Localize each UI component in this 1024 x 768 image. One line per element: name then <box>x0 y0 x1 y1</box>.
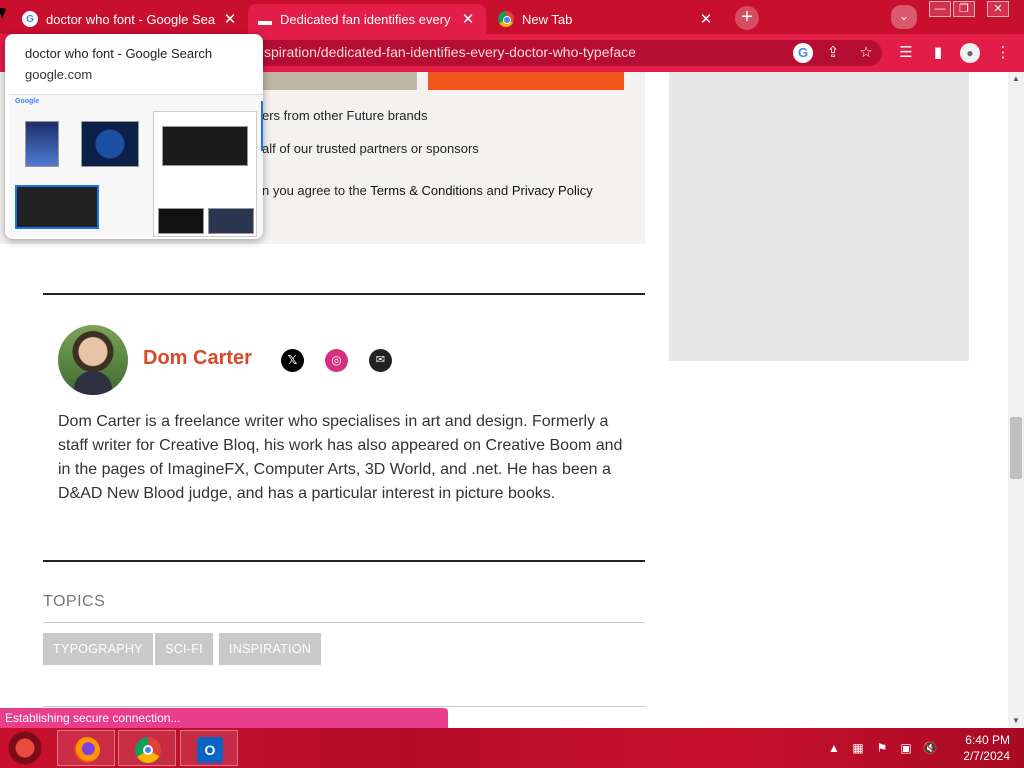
restore-button[interactable]: ❐ <box>953 1 975 17</box>
tab-preview-thumbnail: Google <box>9 94 263 237</box>
google-icon: G <box>22 11 38 27</box>
author-name-link[interactable]: Dom Carter <box>143 347 252 370</box>
preview-image <box>158 208 204 234</box>
chrome-icon <box>135 737 161 763</box>
terms-link[interactable]: Terms & Conditions <box>370 183 483 198</box>
url-text[interactable]: spiration/dedicated-fan-identifies-every… <box>264 44 636 60</box>
preview-image <box>25 121 59 167</box>
advertisement-slot <box>669 72 969 361</box>
hover-card-title: doctor who font - Google Search <box>25 46 213 61</box>
status-bar: Establishing secure connection... <box>0 708 448 728</box>
topic-tag-typography[interactable]: TYPOGRAPHY <box>43 633 153 665</box>
newsletter-option-partners: alf of our trusted partners or sponsors <box>262 141 479 156</box>
preview-image <box>162 126 248 166</box>
preview-image <box>208 208 254 234</box>
network-icon[interactable]: ▣ <box>898 740 914 756</box>
newsletter-email-input[interactable] <box>250 72 417 90</box>
preview-scrollbar <box>261 101 263 151</box>
google-lens-icon[interactable]: G <box>793 43 813 63</box>
divider <box>43 706 645 707</box>
preview-side-panel <box>153 111 257 237</box>
share-icon[interactable]: ⇪ <box>823 43 843 63</box>
taskbar-chrome[interactable] <box>118 730 176 766</box>
clock-time: 6:40 PM <box>965 733 1010 747</box>
menu-kebab-icon[interactable]: ⋮ <box>993 43 1013 63</box>
close-window-button[interactable]: ✕ <box>987 1 1009 17</box>
scroll-down-arrow-icon[interactable]: ▼ <box>1008 714 1024 728</box>
preview-image <box>81 121 139 167</box>
newsletter-option-future-brands: ers from other Future brands <box>262 108 428 123</box>
scrollbar-thumb[interactable] <box>1010 417 1022 479</box>
windows-taskbar: O ▲ ▦ ⚑ ▣ 🔇 6:40 PM 2/7/2024 <box>0 728 1024 768</box>
creative-bloq-icon <box>258 21 272 25</box>
newsletter-submit-button[interactable] <box>428 72 624 90</box>
author-avatar <box>58 325 128 395</box>
start-button[interactable] <box>8 731 42 765</box>
divider <box>43 622 645 623</box>
action-center-flag-icon[interactable]: ⚑ <box>874 740 890 756</box>
chrome-icon <box>498 11 514 27</box>
topics-heading: TOPICS <box>43 593 106 610</box>
close-tab-icon[interactable]: ✕ <box>222 10 238 28</box>
firefox-icon <box>74 737 100 763</box>
x-icon[interactable]: 𝕏 <box>281 349 304 372</box>
device-icon[interactable]: ▦ <box>850 740 866 756</box>
minimize-button[interactable]: — <box>929 1 951 17</box>
tab-title: doctor who font - Google Search <box>46 11 216 27</box>
divider <box>43 560 645 562</box>
topic-tag-sci-fi[interactable]: SCI-FI <box>155 633 213 665</box>
hover-card-domain: google.com <box>25 67 93 82</box>
tab-search-button[interactable]: ⌄ <box>891 5 917 29</box>
outlook-icon: O <box>197 737 223 763</box>
preview-image <box>15 185 99 229</box>
newsletter-legal-text: n you agree to the Terms & Conditions an… <box>262 183 593 198</box>
tab-title: New Tab <box>522 11 573 27</box>
page-scrollbar[interactable]: ▲ ▼ <box>1008 72 1024 728</box>
tab-active-article[interactable]: Dedicated fan identifies every Do ✕ <box>248 4 486 34</box>
tab-title: Dedicated fan identifies every Do <box>280 11 454 27</box>
clock-date: 2/7/2024 <box>963 749 1010 763</box>
topic-tag-inspiration[interactable]: INSPIRATION <box>219 633 322 665</box>
close-tab-icon[interactable]: ✕ <box>460 10 476 28</box>
system-clock[interactable]: 6:40 PM 2/7/2024 <box>950 732 1010 764</box>
profile-avatar-icon[interactable]: ● <box>960 43 980 63</box>
close-tab-icon[interactable]: ✕ <box>698 10 714 28</box>
taskbar-firefox[interactable] <box>57 730 115 766</box>
volume-muted-icon[interactable]: 🔇 <box>922 740 938 756</box>
side-panel-icon[interactable]: ▮ <box>928 43 948 63</box>
tab-google-search[interactable]: G doctor who font - Google Search ✕ <box>12 4 248 34</box>
instagram-icon[interactable]: ◎ <box>325 349 348 372</box>
author-bio: Dom Carter is a freelance writer who spe… <box>58 413 623 502</box>
tab-new-tab[interactable]: New Tab ✕ <box>488 4 724 34</box>
tab-strip: G doctor who font - Google Search ✕ Dedi… <box>0 0 1024 34</box>
tab-hover-card: doctor who font - Google Search google.c… <box>5 34 263 239</box>
reading-list-icon[interactable]: ☰ <box>896 43 916 63</box>
bookmark-star-icon[interactable]: ☆ <box>856 43 876 63</box>
taskbar-outlook[interactable]: O <box>180 730 238 766</box>
new-tab-button[interactable]: + <box>735 6 759 30</box>
divider <box>43 293 645 295</box>
show-hidden-icons-icon[interactable]: ▲ <box>826 740 842 756</box>
email-icon[interactable]: ✉ <box>369 349 392 372</box>
privacy-policy-link[interactable]: Privacy Policy <box>512 183 593 198</box>
google-logo: Google <box>15 98 40 105</box>
scroll-up-arrow-icon[interactable]: ▲ <box>1008 72 1024 86</box>
